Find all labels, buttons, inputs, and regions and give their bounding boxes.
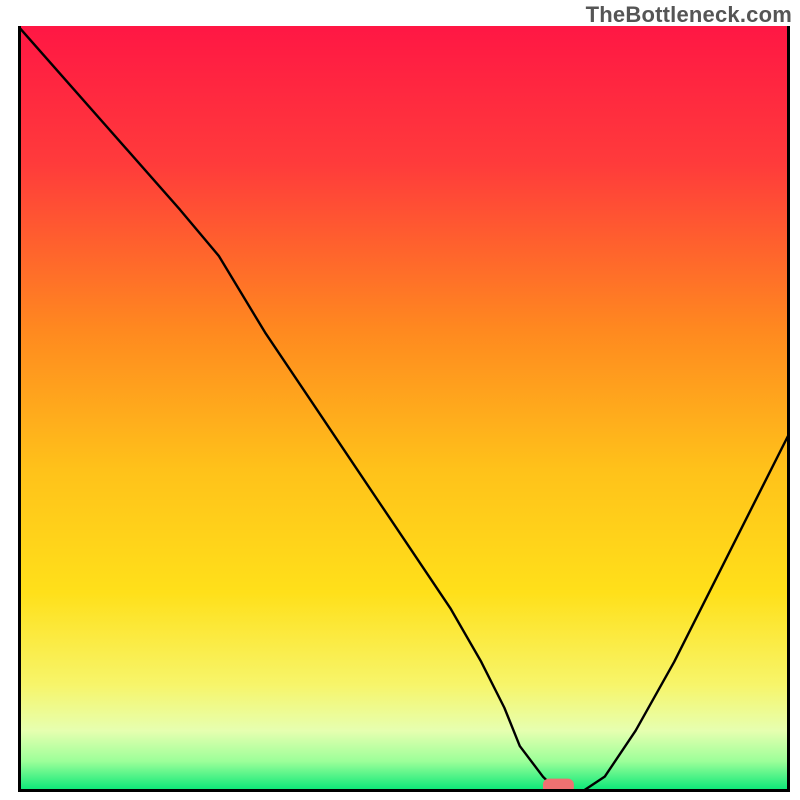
watermark-text: TheBottleneck.com [586,2,792,28]
gradient-background [18,26,790,792]
chart-svg [18,26,790,792]
chart-container: TheBottleneck.com [0,0,800,800]
plot-area [18,26,790,792]
